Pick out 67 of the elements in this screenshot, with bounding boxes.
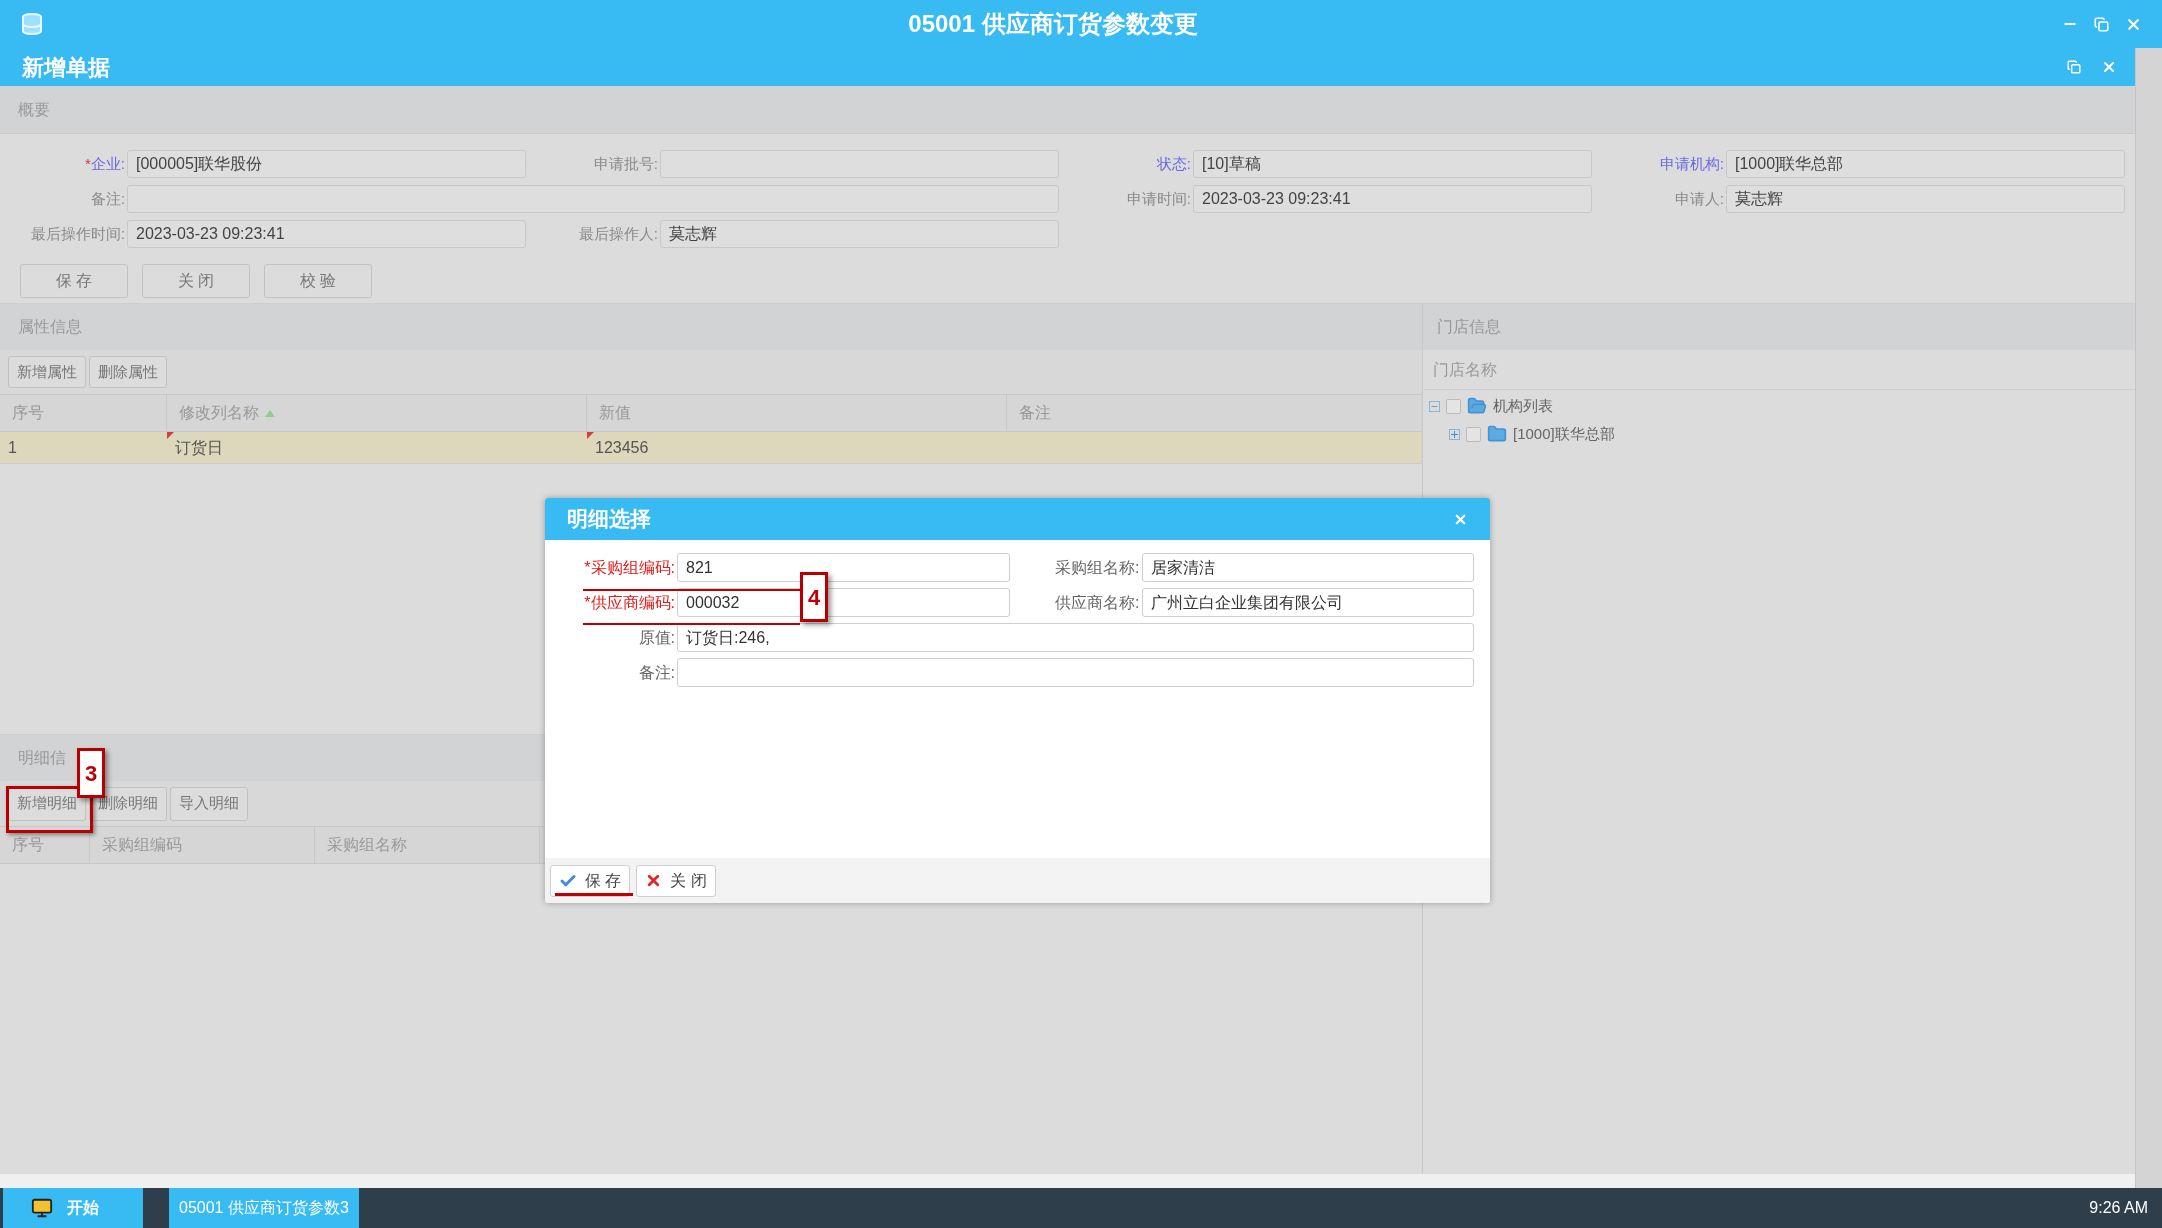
field-label: 申请时间: xyxy=(1125,188,1191,209)
table-cell-text: 1 xyxy=(7,437,18,458)
tree-checkbox[interactable] xyxy=(1446,398,1461,414)
toolbar-button[interactable]: 导入明细 xyxy=(170,786,248,821)
table-cell-text: 订货日 xyxy=(174,437,224,458)
tree-item[interactable]: 机构列表 xyxy=(1493,394,1553,418)
field-label: 申请机构: xyxy=(1658,153,1724,174)
close-icon[interactable] xyxy=(2101,59,2117,75)
folder-icon xyxy=(1487,424,1507,444)
text-field[interactable]: 居家清洁 xyxy=(1141,553,1474,582)
field-label: 备注: xyxy=(637,662,675,683)
field-label: 申请批号: xyxy=(592,153,658,174)
step-callout: 4 xyxy=(800,572,828,622)
text-field[interactable]: 订货日:246, xyxy=(677,623,1474,652)
monitor-icon xyxy=(31,1197,53,1219)
clock: 9:26 AM xyxy=(2089,1198,2148,1218)
text-field[interactable]: [10]草稿 xyxy=(1193,150,1592,178)
column-header: 门店名称 xyxy=(1433,359,1497,380)
section-title: 门店信息 xyxy=(1437,317,1501,337)
text-field[interactable]: 2023-03-23 09:23:41 xyxy=(127,220,526,248)
text-field[interactable]: [1000]联华总部 xyxy=(1726,150,2125,178)
close-button[interactable]: 关 闭 xyxy=(636,864,716,897)
text-field[interactable]: 广州立白企业集团有限公司 xyxy=(1141,588,1474,617)
text-field[interactable]: 821 xyxy=(677,553,1010,582)
table-row[interactable]: 1 订货日 123456 xyxy=(0,432,1422,464)
section-title: 明细信 xyxy=(18,748,66,768)
tree-checkbox[interactable] xyxy=(1466,426,1481,442)
field-label: 状态: xyxy=(1155,153,1191,174)
field-label: 备注: xyxy=(89,188,125,209)
step-callout: 3 xyxy=(77,748,105,798)
document-title: 新增单据 xyxy=(22,53,111,82)
toolbar-button[interactable]: 删除属性 xyxy=(89,356,167,388)
field-label: 原值: xyxy=(637,627,675,648)
section-title: 概要 xyxy=(18,99,50,120)
field-label: *采购组编码: xyxy=(583,557,675,578)
form-button[interactable]: 校 验 xyxy=(264,264,372,298)
tree-item[interactable]: [1000]联华总部 xyxy=(1513,422,1615,446)
restore-icon[interactable] xyxy=(2067,60,2081,74)
folder-icon xyxy=(1467,396,1487,416)
field-label: 采购组名称: xyxy=(1054,557,1140,578)
field-label: 申请人: xyxy=(1673,188,1724,209)
scrollbar[interactable] xyxy=(2135,48,2162,1188)
form-button[interactable]: 保 存 xyxy=(20,264,128,298)
field-label: 最后操作时间: xyxy=(29,223,125,244)
field-label: 最后操作人: xyxy=(577,223,658,244)
save-button[interactable]: 保 存 xyxy=(550,864,631,897)
sort-ascending-icon xyxy=(265,409,275,417)
form-button[interactable]: 关 闭 xyxy=(142,264,250,298)
field-label: *企业: xyxy=(84,153,125,174)
table-cell-text: 123456 xyxy=(594,437,650,458)
text-field[interactable]: 莫志辉 xyxy=(660,220,1059,248)
database-icon xyxy=(20,12,44,36)
window-title: 05001 供应商订货参数变更 xyxy=(907,9,1199,39)
text-field[interactable] xyxy=(677,658,1474,687)
section-title: 属性信息 xyxy=(18,317,82,337)
dialog-title: 明细选择 xyxy=(567,506,652,533)
collapse-icon[interactable] xyxy=(1429,400,1440,412)
taskbar-item[interactable]: 05001 供应商订货参数3 xyxy=(169,1188,359,1228)
field-label: *供应商编码: xyxy=(583,592,675,613)
expand-icon[interactable] xyxy=(1449,428,1460,440)
text-field[interactable]: [000005]联华股份 xyxy=(127,150,526,178)
toolbar-button[interactable]: 新增属性 xyxy=(8,356,86,388)
start-button[interactable]: 开始 xyxy=(3,1188,143,1228)
text-field[interactable]: 莫志辉 xyxy=(1726,185,2125,213)
text-field[interactable]: 2023-03-23 09:23:41 xyxy=(1193,185,1592,213)
restore-icon[interactable] xyxy=(2094,16,2109,32)
field-label: 供应商名称: xyxy=(1054,592,1140,613)
